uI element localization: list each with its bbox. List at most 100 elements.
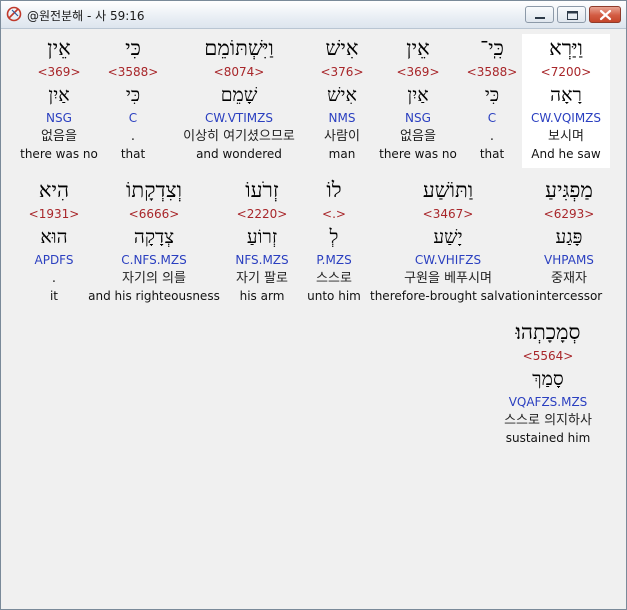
strong-number[interactable]: <1931>: [24, 206, 84, 222]
korean-gloss: .: [489, 129, 495, 144]
strong-number[interactable]: <.>: [304, 206, 364, 222]
english-gloss: there was no: [379, 147, 457, 161]
morphology-code: VHPAMS: [544, 253, 594, 267]
morphology-code: APDFS: [34, 253, 74, 267]
hebrew-lemma: זְרוֹעַ: [246, 226, 278, 248]
hebrew-word: הִיא: [38, 178, 70, 202]
strong-number[interactable]: <3588>: [462, 64, 522, 80]
strong-number[interactable]: <369>: [378, 64, 458, 80]
morphology-code: C: [487, 111, 497, 125]
korean-gloss: 없음을: [41, 129, 77, 144]
morphology-code: P.MZS: [316, 253, 352, 267]
word-block[interactable]: כִּי <3588> כִּי C . that: [100, 34, 166, 168]
strong-number[interactable]: <2220>: [226, 206, 298, 222]
hebrew-word: וַיִּשְׁתּוֹמֵם: [204, 36, 274, 60]
word-block[interactable]: מַפְגִּיעַ <6293> פָּגַע VHPAMS 중재자 inte…: [532, 176, 606, 306]
morphology-code: NSG: [405, 111, 431, 125]
word-block[interactable]: אִישׁ <376> אִישׁ NMS 사람이 man: [310, 34, 374, 168]
english-gloss: man: [328, 147, 356, 161]
interlinear-panel: וַיַּרְא <7200> רָאָה CW.VQIMZS 보시며 And …: [4, 30, 623, 606]
korean-gloss: .: [130, 129, 136, 144]
window-title: @원전분해 - 사 59:16: [27, 9, 145, 23]
morphology-code: CW.VQIMZS: [530, 111, 602, 125]
english-gloss: his arm: [239, 289, 285, 303]
word-block[interactable]: זְרֹעוֹ <2220> זְרוֹעַ NFS.MZS 자기 팔로 his…: [226, 176, 298, 306]
word-block[interactable]: כִּֽי־ <3588> כִּי C . that: [462, 34, 522, 168]
strong-number[interactable]: <369>: [18, 64, 100, 80]
hebrew-lemma: פָּגַע: [555, 226, 583, 248]
word-block[interactable]: וְצִדְקָתוֹ <6666> צְדָקָה C.NFS.MZS 자기의…: [88, 176, 220, 306]
hebrew-lemma: אַיִן: [407, 84, 429, 106]
korean-gloss: 구원을 베푸시며: [404, 271, 492, 286]
korean-gloss: 없음을: [400, 129, 436, 144]
hebrew-lemma: הוּא: [40, 226, 68, 248]
hebrew-lemma: לְ: [329, 226, 339, 248]
word-block[interactable]: אֵין <369> אַיִן NSG 없음을 there was no: [18, 34, 100, 168]
english-gloss: And he saw: [531, 147, 601, 161]
strong-number[interactable]: <5564>: [488, 348, 608, 364]
word-block[interactable]: וַיִּשְׁתּוֹמֵם <8074> שָׁמֵם CW.VTIMZS …: [168, 34, 310, 168]
hebrew-word: לוֹ: [326, 178, 342, 202]
word-block[interactable]: לוֹ <.> לְ P.MZS 스스로 unto him: [304, 176, 364, 306]
korean-gloss: 이상히 여기셨으므로: [183, 129, 295, 144]
hebrew-lemma: סָמַךְ: [532, 368, 564, 390]
hebrew-word: מַפְגִּיעַ: [545, 178, 593, 202]
korean-gloss: 중재자: [551, 271, 587, 286]
close-icon: [599, 9, 612, 21]
strong-number[interactable]: <3467>: [370, 206, 526, 222]
morphology-code: C.NFS.MZS: [121, 253, 187, 267]
minimize-icon: [535, 17, 545, 19]
english-gloss: there was no: [20, 147, 98, 161]
hebrew-word: זְרֹעוֹ: [245, 178, 279, 202]
word-block[interactable]: וַתּוֹשַׁע <3467> יָשַׁע CW.VHIFZS 구원을 베…: [370, 176, 536, 306]
maximize-button[interactable]: [557, 6, 586, 23]
word-block[interactable]: וַיַּרְא <7200> רָאָה CW.VQIMZS 보시며 And …: [522, 34, 610, 168]
english-gloss: and his righteousness: [88, 289, 220, 303]
korean-gloss: 스스로: [316, 271, 352, 286]
english-gloss: intercessor: [535, 289, 603, 303]
word-block[interactable]: סְמָכָתְהוּ׃ <5564> סָמַךְ VQAFZS.MZS 스스…: [488, 318, 608, 448]
hebrew-word: כִּֽי־: [480, 36, 504, 60]
hebrew-lemma: יָשַׁע: [433, 226, 463, 248]
maximize-icon: [567, 11, 578, 20]
strong-number[interactable]: <3588>: [100, 64, 166, 80]
hebrew-lemma: כִּי: [484, 84, 500, 106]
title-bar[interactable]: @원전분해 - 사 59:16: [1, 1, 626, 29]
korean-gloss: .: [51, 271, 57, 286]
korean-gloss: 보시며: [548, 129, 584, 144]
morphology-code: CW.VHIFZS: [414, 253, 482, 267]
morphology-code: C: [128, 111, 138, 125]
english-gloss: unto him: [307, 289, 361, 303]
app-window: @원전분해 - 사 59:16 וַיַּרְא <7200> רָאָה CW…: [0, 0, 627, 610]
hebrew-lemma: כִּי: [125, 84, 141, 106]
english-gloss: that: [120, 147, 146, 161]
hebrew-word: סְמָכָתְהוּ׃: [515, 320, 581, 344]
morphology-code: NMS: [328, 111, 356, 125]
morphology-code: VQAFZS.MZS: [508, 395, 588, 409]
close-button[interactable]: [589, 6, 621, 23]
hebrew-word: אִישׁ: [325, 36, 359, 60]
word-block[interactable]: אֵין <369> אַיִן NSG 없음을 there was no: [378, 34, 458, 168]
strong-number[interactable]: <6666>: [88, 206, 220, 222]
minimize-button[interactable]: [525, 6, 554, 23]
english-gloss: therefore-brought salvation: [370, 289, 536, 303]
hebrew-lemma: אַיִן: [48, 84, 70, 106]
word-block[interactable]: הִיא <1931> הוּא APDFS . it: [24, 176, 84, 306]
strong-number[interactable]: <376>: [310, 64, 374, 80]
strong-number[interactable]: <8074>: [168, 64, 310, 80]
hebrew-word: וַתּוֹשַׁע: [422, 178, 474, 202]
strong-number[interactable]: <7200>: [522, 64, 610, 80]
english-gloss: it: [49, 289, 59, 303]
hebrew-lemma: צְדָקָה: [133, 226, 175, 248]
english-gloss: and wondered: [196, 147, 282, 161]
morphology-code: NFS.MZS: [235, 253, 289, 267]
app-logo-icon[interactable]: [6, 6, 22, 22]
korean-gloss: 자기의 의를: [122, 271, 186, 286]
korean-gloss: 사람이: [324, 129, 360, 144]
hebrew-lemma: רָאָה: [550, 84, 582, 106]
morphology-code: CW.VTIMZS: [205, 111, 273, 125]
hebrew-word: אֵין: [406, 36, 430, 60]
hebrew-lemma: שָׁמֵם: [220, 84, 258, 106]
strong-number[interactable]: <6293>: [532, 206, 606, 222]
morphology-code: NSG: [46, 111, 72, 125]
